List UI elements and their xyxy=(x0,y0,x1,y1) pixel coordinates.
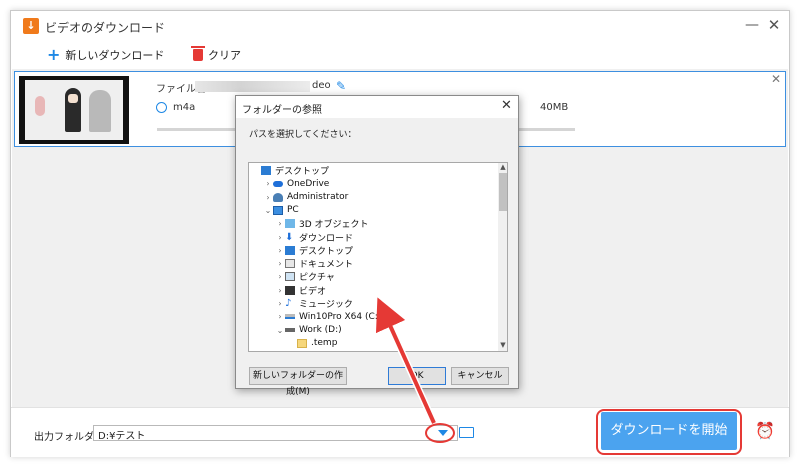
tree-scrollbar[interactable]: ▲ ▼ xyxy=(498,163,507,351)
tree-item-label: デスクトップ xyxy=(275,167,330,177)
tree-item[interactable]: › ⬇ ダウンロード xyxy=(275,231,353,244)
scroll-up-icon[interactable]: ▲ xyxy=(498,163,507,171)
tree-item[interactable]: › ドキュメント xyxy=(275,257,353,270)
file-name-value: deo xyxy=(312,80,331,91)
tree-item[interactable]: › ♪ ミュージック xyxy=(275,297,353,310)
3d-objects-icon xyxy=(285,219,295,229)
drive-c-icon xyxy=(285,314,295,320)
new-download-label: 新しいダウンロード xyxy=(65,49,165,62)
window-title: ビデオのダウンロード xyxy=(45,21,166,35)
desktop-icon xyxy=(261,166,271,175)
chevron-right-icon[interactable]: › xyxy=(275,246,285,255)
documents-icon xyxy=(285,259,295,269)
output-folder-value: D:¥テスト xyxy=(98,431,146,442)
scroll-thumb[interactable] xyxy=(499,173,507,211)
tree-item-label: デスクトップ xyxy=(299,246,354,257)
new-download-button[interactable]: + 新しいダウンロード xyxy=(47,46,164,64)
dialog-title: フォルダーの参照 xyxy=(242,105,322,116)
tree-item[interactable]: › 3D オブジェクト xyxy=(275,217,369,230)
scroll-down-icon[interactable]: ▼ xyxy=(498,341,507,349)
folder-icon xyxy=(297,338,307,348)
tree-item[interactable]: › デスクトップ xyxy=(275,244,353,257)
chevron-right-icon[interactable]: › xyxy=(263,193,273,202)
open-folder-icon[interactable] xyxy=(459,427,474,438)
chevron-right-icon[interactable]: › xyxy=(275,219,285,228)
tree-item[interactable]: › ビデオ xyxy=(275,284,326,297)
tree-item[interactable]: › ピクチャ xyxy=(275,270,335,283)
ok-button[interactable]: OK xyxy=(388,367,446,385)
close-button[interactable]: ✕ xyxy=(766,16,782,34)
tree-item-label: Administrator xyxy=(287,192,349,203)
tree-item-label: ダウンロード xyxy=(299,233,354,244)
tree-item-label: OneDrive xyxy=(287,178,330,189)
dialog-title-bar: フォルダーの参照 ✕ xyxy=(236,96,518,118)
chevron-right-icon[interactable]: › xyxy=(275,286,285,295)
tree-item-label: PC xyxy=(287,205,299,216)
chevron-down-icon[interactable]: ⌄ xyxy=(263,206,273,215)
alarm-clock-icon[interactable]: ⏰ xyxy=(755,421,775,440)
tree-item-label: Win10Pro X64 (C:) xyxy=(299,311,382,322)
desktop-icon xyxy=(285,245,295,255)
tree-item-label: ミュージック xyxy=(299,300,353,310)
chevron-right-icon[interactable]: › xyxy=(275,272,285,281)
tree-item-label: Work (D:) xyxy=(299,325,342,336)
tree-item[interactable]: デスクトップ xyxy=(251,164,329,177)
tree-item[interactable]: ⌄ Work (D:) xyxy=(275,324,342,337)
chevron-right-icon[interactable]: › xyxy=(275,312,285,321)
highlight-start-button xyxy=(596,409,742,455)
edit-pencil-icon[interactable]: ✎ xyxy=(336,79,346,93)
tree-item-label: .temp xyxy=(311,338,338,349)
minimize-button[interactable]: — xyxy=(744,16,760,34)
cloud-icon xyxy=(273,180,283,187)
browse-folder-dialog: フォルダーの参照 ✕ パスを選択してください： デスクトップ › OneDrive ›… xyxy=(235,95,519,397)
download-icon: ⬇ xyxy=(285,231,294,243)
dialog-instruction: パスを選択してください： xyxy=(249,130,357,140)
clear-button[interactable]: クリア xyxy=(191,46,241,64)
file-name-redacted xyxy=(195,81,310,92)
format-icon xyxy=(156,102,167,113)
user-icon xyxy=(273,192,283,202)
pc-icon xyxy=(273,205,283,215)
new-folder-button[interactable]: 新しいフォルダーの作成(M) xyxy=(249,367,347,397)
tree-item-label: ピクチャ xyxy=(299,273,335,284)
cancel-button[interactable]: キャンセル xyxy=(451,367,509,385)
tree-item[interactable]: ⌄ PC xyxy=(263,204,299,217)
clear-label: クリア xyxy=(208,49,241,62)
music-icon: ♪ xyxy=(285,298,292,309)
highlight-dropdown-oval xyxy=(425,423,455,443)
output-folder-combo[interactable]: D:¥テスト xyxy=(93,425,458,442)
format-value: m4a xyxy=(173,102,196,113)
video-thumbnail xyxy=(19,76,129,144)
plus-icon: + xyxy=(47,45,61,64)
toolbar: + 新しいダウンロード クリア xyxy=(11,42,789,68)
chevron-right-icon[interactable]: › xyxy=(263,179,273,188)
tree-item[interactable]: › Win10Pro X64 (C:) xyxy=(275,310,381,323)
pictures-icon xyxy=(285,272,295,282)
trash-icon xyxy=(191,46,205,61)
folder-tree: デスクトップ › OneDrive › Administrator ⌄ PC › 3D オブジェ… xyxy=(248,162,508,352)
tree-item[interactable]: › Administrator xyxy=(263,191,348,204)
dialog-close-button[interactable]: ✕ xyxy=(501,98,512,113)
tree-item[interactable]: › OneDrive xyxy=(263,177,329,190)
title-bar: ↓ ビデオのダウンロード — ✕ xyxy=(11,11,789,41)
tree-item-label: ドキュメント xyxy=(299,260,354,271)
tree-item-label: 3D オブジェクト xyxy=(299,220,369,231)
chevron-right-icon[interactable]: › xyxy=(275,259,285,268)
chevron-right-icon[interactable]: › xyxy=(275,233,285,242)
app-logo-icon: ↓ xyxy=(23,18,39,34)
chevron-down-icon[interactable]: ⌄ xyxy=(275,326,285,335)
drive-d-icon xyxy=(285,328,295,333)
remove-task-icon[interactable]: ✕ xyxy=(771,72,781,86)
tree-item-label: ビデオ xyxy=(299,286,327,297)
file-size: 40MB xyxy=(540,102,569,113)
tree-item[interactable]: .temp xyxy=(287,337,337,350)
videos-icon xyxy=(285,285,295,295)
chevron-right-icon[interactable]: › xyxy=(275,299,285,308)
